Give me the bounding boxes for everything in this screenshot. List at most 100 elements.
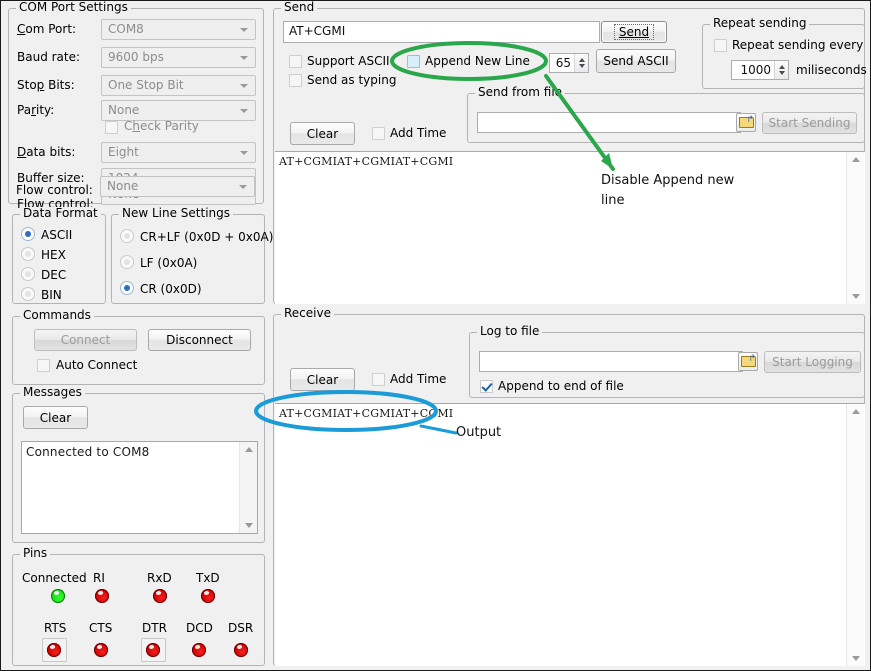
connect-button-label: Connect	[61, 334, 111, 346]
scroll-down-icon[interactable]	[847, 651, 864, 666]
pin-led-rts	[47, 643, 61, 657]
append-to-end-of-file-checkbox[interactable]	[480, 380, 493, 393]
stop-bits-combo[interactable]: One Stop Bit	[101, 75, 256, 96]
disconnect-button[interactable]: Disconnect	[148, 329, 251, 351]
repeat-sending-label: Repeat sending every	[732, 38, 863, 52]
pin-led-rxd	[153, 589, 167, 603]
radio-lf-label: LF (0x0A)	[140, 256, 197, 270]
spinner-arrows[interactable]	[574, 54, 588, 72]
folder-open-icon[interactable]: ↱	[738, 352, 758, 371]
radio-cr[interactable]	[120, 281, 134, 295]
auto-connect-checkbox[interactable]	[37, 359, 50, 372]
pin-led-ri	[95, 589, 109, 603]
pin-label-dtr: DTR	[142, 621, 167, 635]
pins-caption: Pins	[20, 547, 50, 559]
log-to-file-path-input[interactable]	[479, 351, 743, 372]
send-as-typing-checkbox[interactable]	[289, 74, 302, 87]
parity-label: Parity:	[17, 103, 54, 117]
repeat-interval-spinner[interactable]: 1000	[731, 60, 789, 80]
check-parity-checkbox[interactable]	[105, 121, 118, 134]
pin-label-dcd: DCD	[186, 621, 213, 635]
radio-hex[interactable]	[21, 247, 35, 261]
send-add-time-checkbox[interactable]	[372, 127, 385, 140]
spinner-arrows[interactable]	[774, 61, 788, 79]
receive-log-text: AT+CGMIAT+CGMIAT+CGMI	[279, 407, 845, 420]
new-line-settings-caption: New Line Settings	[119, 207, 233, 219]
scroll-up-icon[interactable]	[240, 442, 257, 457]
scroll-down-icon[interactable]	[240, 518, 257, 533]
send-from-file-path-input[interactable]	[477, 112, 741, 133]
send-log-scrollbar[interactable]	[846, 152, 864, 304]
auto-connect-label: Auto Connect	[56, 358, 137, 372]
messages-clear-button[interactable]: Clear	[23, 406, 88, 429]
scroll-up-icon[interactable]	[847, 404, 864, 419]
support-ascii-checkbox[interactable]	[289, 55, 302, 68]
send-ascii-button[interactable]: Send ASCII	[596, 49, 676, 73]
flow-control-combo-outer[interactable]: None	[100, 176, 255, 197]
send-clear-button[interactable]: Clear	[290, 122, 355, 145]
chevron-down-icon	[240, 28, 248, 32]
scroll-down-icon[interactable]	[847, 289, 864, 304]
ascii-code-value: 65	[550, 56, 574, 70]
receive-add-time-checkbox[interactable]	[372, 373, 385, 386]
data-bits-combo[interactable]: Eight	[101, 142, 256, 163]
send-button-label: Send	[619, 25, 649, 39]
receive-add-time-label: Add Time	[390, 372, 446, 386]
radio-crlf[interactable]	[120, 229, 134, 243]
append-to-end-of-file-label: Append to end of file	[498, 379, 624, 393]
ascii-code-spinner[interactable]: 65	[549, 53, 589, 73]
pin-label-txd: TxD	[196, 571, 220, 585]
receive-log-scrollbar[interactable]	[846, 404, 864, 666]
scroll-up-icon[interactable]	[847, 152, 864, 167]
connect-button[interactable]: Connect	[34, 329, 137, 351]
pin-label-ri: RI	[93, 571, 105, 585]
parity-combo[interactable]: None	[101, 100, 256, 121]
start-logging-label: Start Logging	[772, 356, 853, 368]
send-log[interactable]: AT+CGMIAT+CGMIAT+CGMI	[275, 151, 865, 304]
repeat-sending-checkbox[interactable]	[714, 39, 727, 52]
messages-scrollbar[interactable]	[239, 442, 257, 533]
com-port-combo[interactable]: COM8	[101, 19, 256, 40]
support-ascii-label: Support ASCII	[307, 54, 390, 68]
start-logging-button[interactable]: Start Logging	[764, 351, 861, 373]
folder-open-icon[interactable]: ↱	[736, 113, 756, 132]
receive-log[interactable]: AT+CGMIAT+CGMIAT+CGMI	[275, 403, 865, 666]
com-port-label: Com Port:	[17, 22, 76, 36]
pin-label-dsr: DSR	[228, 621, 253, 635]
start-sending-button[interactable]: Start Sending	[762, 112, 857, 134]
pin-led-dtr	[146, 643, 160, 657]
send-as-typing-label: Send as typing	[307, 73, 396, 87]
check-parity-label: Check Parity	[124, 119, 199, 133]
send-command-input[interactable]: AT+CGMI	[283, 21, 600, 43]
start-sending-label: Start Sending	[769, 117, 851, 129]
receive-clear-label: Clear	[307, 374, 338, 386]
send-clear-label: Clear	[307, 128, 338, 140]
messages-log-text: Connected to COM8	[26, 445, 237, 459]
append-new-line-label: Append New Line	[425, 54, 530, 68]
receive-clear-button[interactable]: Clear	[290, 368, 355, 391]
pin-label-rxd: RxD	[147, 571, 172, 585]
send-button[interactable]: Send	[601, 21, 667, 43]
log-to-file-group: Log to file ↱ Start Logging Append to en…	[469, 332, 865, 398]
data-format-group: Data Format ASCII HEX DEC BIN	[12, 214, 106, 304]
green-note-line1: Disable Append new	[601, 173, 734, 188]
pin-label-rts: RTS	[44, 621, 66, 635]
append-new-line-checkbox[interactable]	[407, 55, 420, 68]
radio-bin[interactable]	[21, 287, 35, 301]
pin-led-dcd	[192, 643, 206, 657]
send-from-file-group: Send from file ↱ Start Sending	[467, 93, 865, 143]
pin-label-connected: Connected	[22, 571, 87, 585]
com-port-settings-caption: COM Port Settings	[16, 1, 131, 13]
radio-lf[interactable]	[120, 255, 134, 269]
disconnect-button-label: Disconnect	[166, 334, 233, 346]
radio-ascii[interactable]	[21, 227, 35, 241]
radio-dec[interactable]	[21, 267, 35, 281]
send-caption: Send	[281, 1, 317, 13]
log-to-file-caption: Log to file	[477, 325, 542, 337]
baud-rate-combo[interactable]: 9600 bps	[101, 47, 256, 68]
commands-caption: Commands	[20, 309, 94, 321]
repeat-interval-value: 1000	[732, 63, 774, 77]
new-line-settings-group: New Line Settings CR+LF (0x0D + 0x0A) LF…	[111, 214, 265, 304]
com-port-settings-group: COM Port Settings Com Port: COM8 Baud ra…	[8, 8, 264, 204]
messages-log[interactable]: Connected to COM8	[21, 441, 258, 534]
